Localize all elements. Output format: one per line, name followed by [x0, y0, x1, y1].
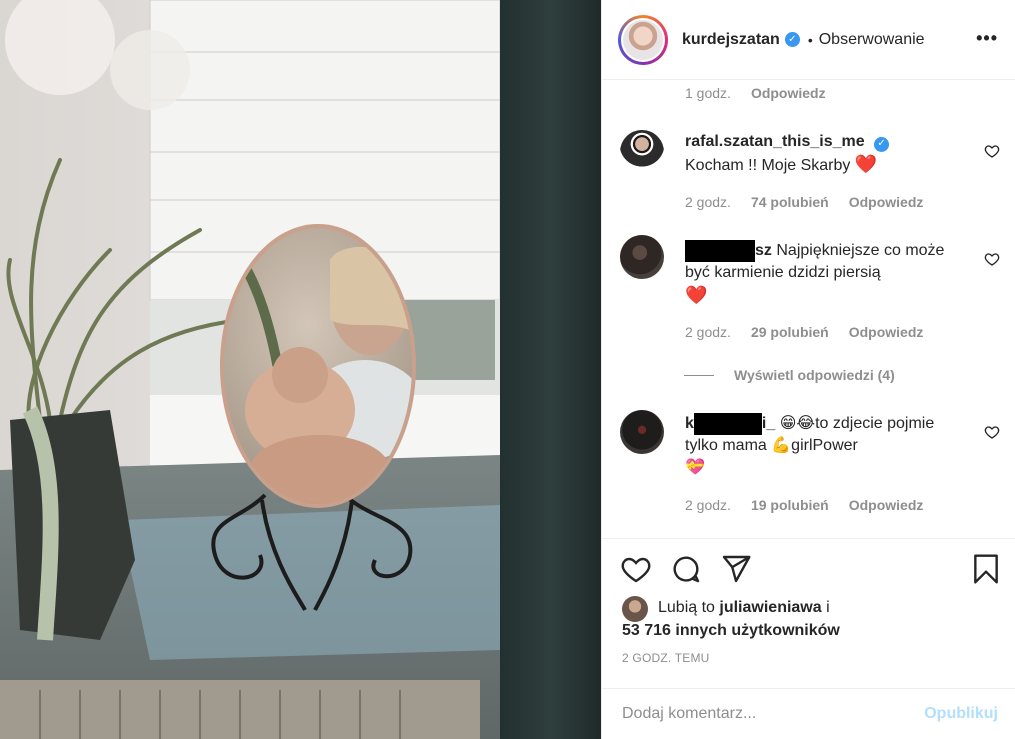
comment-meta: 2 godz. 74 polubień Odpowiedz — [685, 194, 923, 210]
following-button[interactable]: Obserwowanie — [819, 31, 925, 49]
reply-button[interactable]: Odpowiedz — [849, 497, 924, 513]
commenter-avatar[interactable] — [620, 130, 664, 174]
like-comment-heart-icon[interactable] — [984, 424, 1000, 440]
save-bookmark-icon[interactable] — [970, 553, 1002, 585]
add-comment-bar: Opublikuj — [602, 688, 1015, 739]
commenter-username[interactable]: i_ — [762, 415, 775, 432]
comment-meta: 2 godz. 29 polubień Odpowiedz — [685, 324, 923, 340]
author-avatar-story-ring[interactable] — [618, 14, 668, 65]
likes-prefix: Lubią to — [658, 599, 715, 616]
comments-list[interactable]: 1 godz. Odpowiedz rafal.szatan_this_is_m… — [602, 80, 1015, 538]
likes-others-link[interactable]: 53 716 innych użytkowników — [622, 622, 840, 639]
comment-body: Kocham !! Moje Skarby — [685, 157, 851, 174]
redacted-username — [693, 413, 762, 435]
likes-summary: Lubią to juliawieniawa i 53 716 innych u… — [622, 596, 840, 642]
like-heart-icon[interactable] — [620, 553, 652, 585]
comment-emojis: 😁😂 — [779, 415, 816, 433]
flexed-biceps-emoji: 💪 — [771, 437, 792, 455]
post-header: kurdejszatan ✓ • Obserwowanie ••• — [602, 0, 1015, 80]
commenter-avatar[interactable] — [620, 235, 664, 279]
comment-text: rafal.szatan_this_is_me ✓ Kocham !! Moje… — [685, 131, 970, 177]
comment-time: 2 godz. — [685, 324, 731, 340]
like-comment-heart-icon[interactable] — [984, 251, 1000, 267]
post-photo[interactable] — [0, 0, 601, 739]
publish-button[interactable]: Opublikuj — [924, 705, 998, 723]
commenter-username[interactable]: sz — [755, 242, 772, 259]
comment-input[interactable] — [622, 705, 925, 723]
commenter-username[interactable]: rafal.szatan_this_is_me — [685, 133, 865, 150]
comment-likes[interactable]: 29 polubień — [751, 324, 829, 340]
comment-body-2: girlPower — [791, 437, 858, 455]
comment-text: k i_ 😁😂to zdjecie pojmie tylko mama 💪girl… — [685, 413, 970, 479]
reply-button[interactable]: Odpowiedz — [751, 85, 826, 101]
comment-bubble-icon[interactable] — [670, 553, 702, 585]
verified-badge-icon: ✓ — [874, 136, 890, 152]
comment-likes[interactable]: 19 polubień — [751, 497, 829, 513]
post-timestamp[interactable]: 2 GODZ. TEMU — [622, 651, 710, 665]
comment-time: 2 godz. — [685, 497, 731, 513]
post-actions: Lubią to juliawieniawa i 53 716 innych u… — [602, 538, 1015, 688]
liker-avatar[interactable] — [622, 596, 648, 622]
redacted-username — [685, 240, 755, 262]
commenter-username-prefix[interactable]: k — [685, 415, 694, 432]
separator-dot: • — [807, 31, 813, 48]
liker-username[interactable]: juliawieniawa — [719, 599, 821, 616]
red-heart-emoji: ❤️ — [685, 285, 708, 306]
verified-badge-icon: ✓ — [784, 32, 800, 47]
reply-button[interactable]: Odpowiedz — [849, 194, 924, 210]
view-replies-button[interactable]: Wyświetl odpowiedzi (4) — [684, 367, 895, 383]
photo-illustration — [0, 0, 601, 739]
share-paper-plane-icon[interactable] — [720, 553, 752, 585]
heart-gift-emoji: 💝 — [685, 459, 705, 477]
post-side-panel: kurdejszatan ✓ • Obserwowanie ••• 1 godz… — [601, 0, 1015, 739]
comment-text: sz Najpiękniejsze co może być karmienie … — [685, 240, 970, 308]
like-comment-heart-icon[interactable] — [984, 143, 1000, 159]
comment-meta: 2 godz. 19 polubień Odpowiedz — [685, 497, 923, 513]
author-username[interactable]: kurdejszatan — [682, 31, 780, 49]
comment-time: 1 godz. — [685, 85, 731, 101]
comment-meta: 1 godz. Odpowiedz — [685, 85, 826, 101]
red-heart-emoji: ❤️ — [854, 154, 878, 174]
comment-time: 2 godz. — [685, 194, 731, 210]
replies-divider-line — [684, 374, 714, 376]
author-avatar — [623, 19, 663, 60]
reply-button[interactable]: Odpowiedz — [849, 324, 924, 340]
comment-likes[interactable]: 74 polubień — [751, 194, 829, 210]
likes-conjunction: i — [826, 599, 830, 616]
more-options-icon[interactable]: ••• — [976, 28, 998, 49]
commenter-avatar[interactable] — [620, 410, 664, 454]
view-replies-label: Wyświetl odpowiedzi (4) — [734, 367, 895, 383]
